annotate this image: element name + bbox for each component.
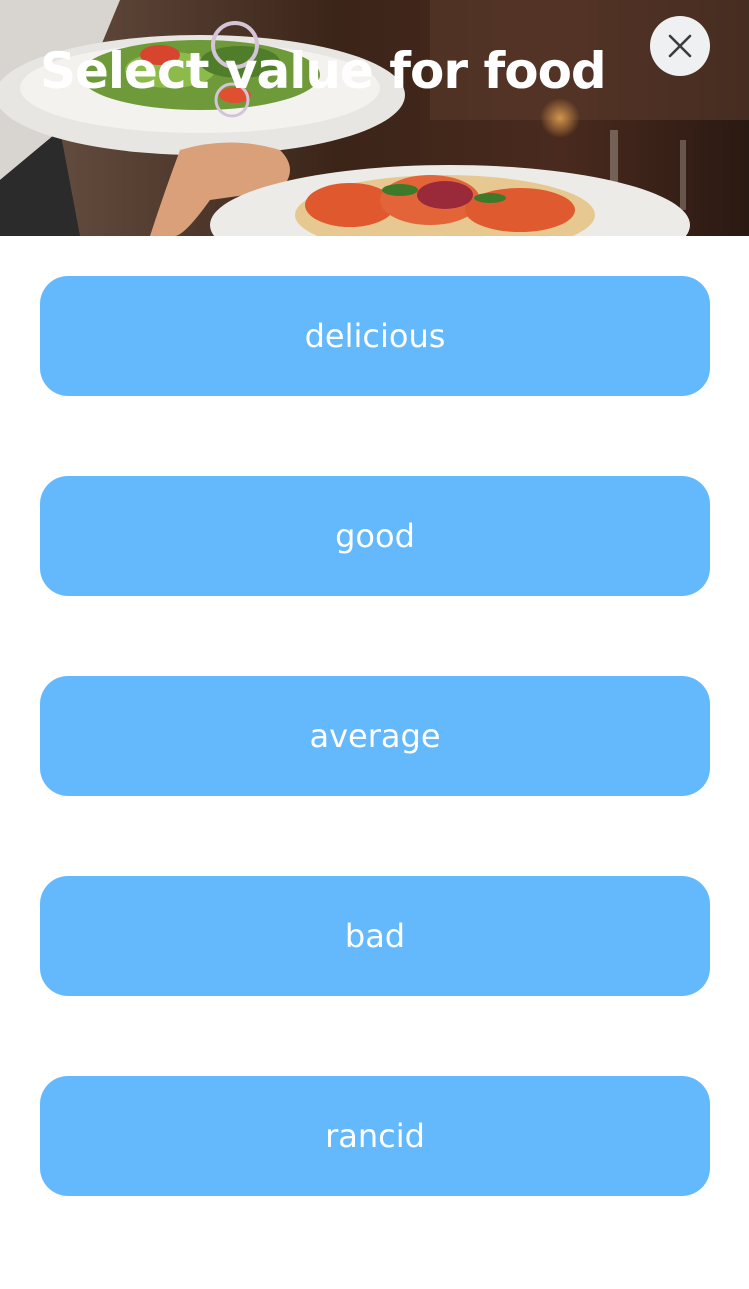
option-delicious-button[interactable]: delicious bbox=[40, 276, 710, 396]
restaurant-food-photo bbox=[0, 0, 749, 236]
option-good-button[interactable]: good bbox=[40, 476, 710, 596]
value-options-list: delicious good average bad rancid bbox=[40, 276, 710, 1276]
option-bad-button[interactable]: bad bbox=[40, 876, 710, 996]
option-average-button[interactable]: average bbox=[40, 676, 710, 796]
close-icon bbox=[668, 34, 692, 58]
header-banner: Select value for food bbox=[0, 0, 749, 236]
page-title: Select value for food bbox=[40, 42, 607, 100]
option-rancid-button[interactable]: rancid bbox=[40, 1076, 710, 1196]
close-button[interactable] bbox=[650, 16, 710, 76]
